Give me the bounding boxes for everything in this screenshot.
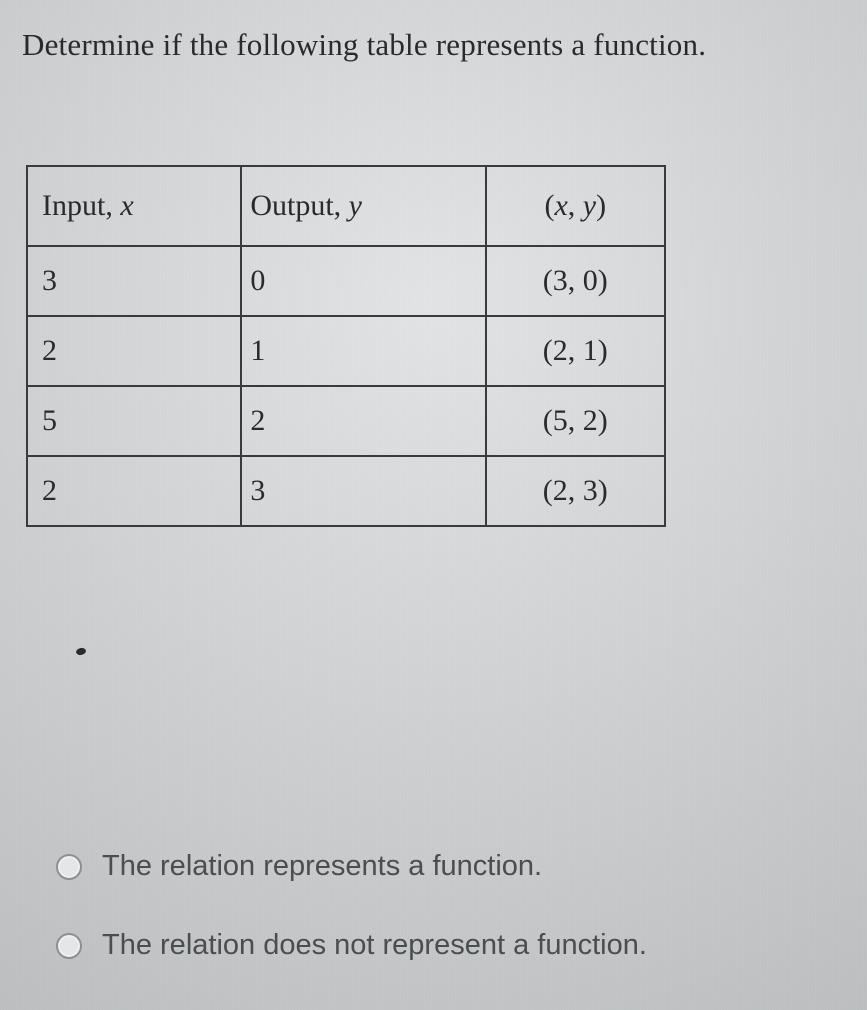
cell-y: 1 (241, 316, 485, 386)
cell-xy: (5, 2) (486, 386, 665, 456)
stray-mark (75, 647, 86, 656)
cell-x: 5 (27, 386, 241, 456)
option-b-label: The relation does not represent a functi… (102, 929, 647, 962)
cell-y: 3 (241, 456, 485, 526)
cell-y: 2 (241, 386, 485, 456)
table-header-row: Input, x Output, y (x, y) (27, 166, 665, 246)
cell-x: 2 (27, 316, 241, 386)
option-a[interactable]: The relation represents a function. (56, 850, 847, 883)
option-a-label: The relation represents a function. (102, 850, 542, 883)
table-row: 5 2 (5, 2) (27, 386, 665, 456)
option-b[interactable]: The relation does not represent a functi… (56, 929, 847, 962)
table-row: 2 3 (2, 3) (27, 456, 665, 526)
cell-y: 0 (241, 246, 485, 316)
header-output-y: Output, y (241, 166, 485, 246)
cell-x: 2 (27, 456, 241, 526)
table-row: 3 0 (3, 0) (27, 246, 665, 316)
cell-x: 3 (27, 246, 241, 316)
answer-options: The relation represents a function. The … (56, 804, 847, 962)
radio-icon[interactable] (56, 933, 82, 959)
io-table: Input, x Output, y (x, y) 3 0 (3, 0) 2 1… (26, 165, 666, 527)
header-pair-xy: (x, y) (486, 166, 665, 246)
cell-xy: (2, 3) (486, 456, 665, 526)
table-row: 2 1 (2, 1) (27, 316, 665, 386)
cell-xy: (2, 1) (486, 316, 665, 386)
question-prompt: Determine if the following table represe… (22, 26, 847, 65)
radio-icon[interactable] (56, 854, 82, 880)
cell-xy: (3, 0) (486, 246, 665, 316)
header-input-x: Input, x (27, 166, 241, 246)
